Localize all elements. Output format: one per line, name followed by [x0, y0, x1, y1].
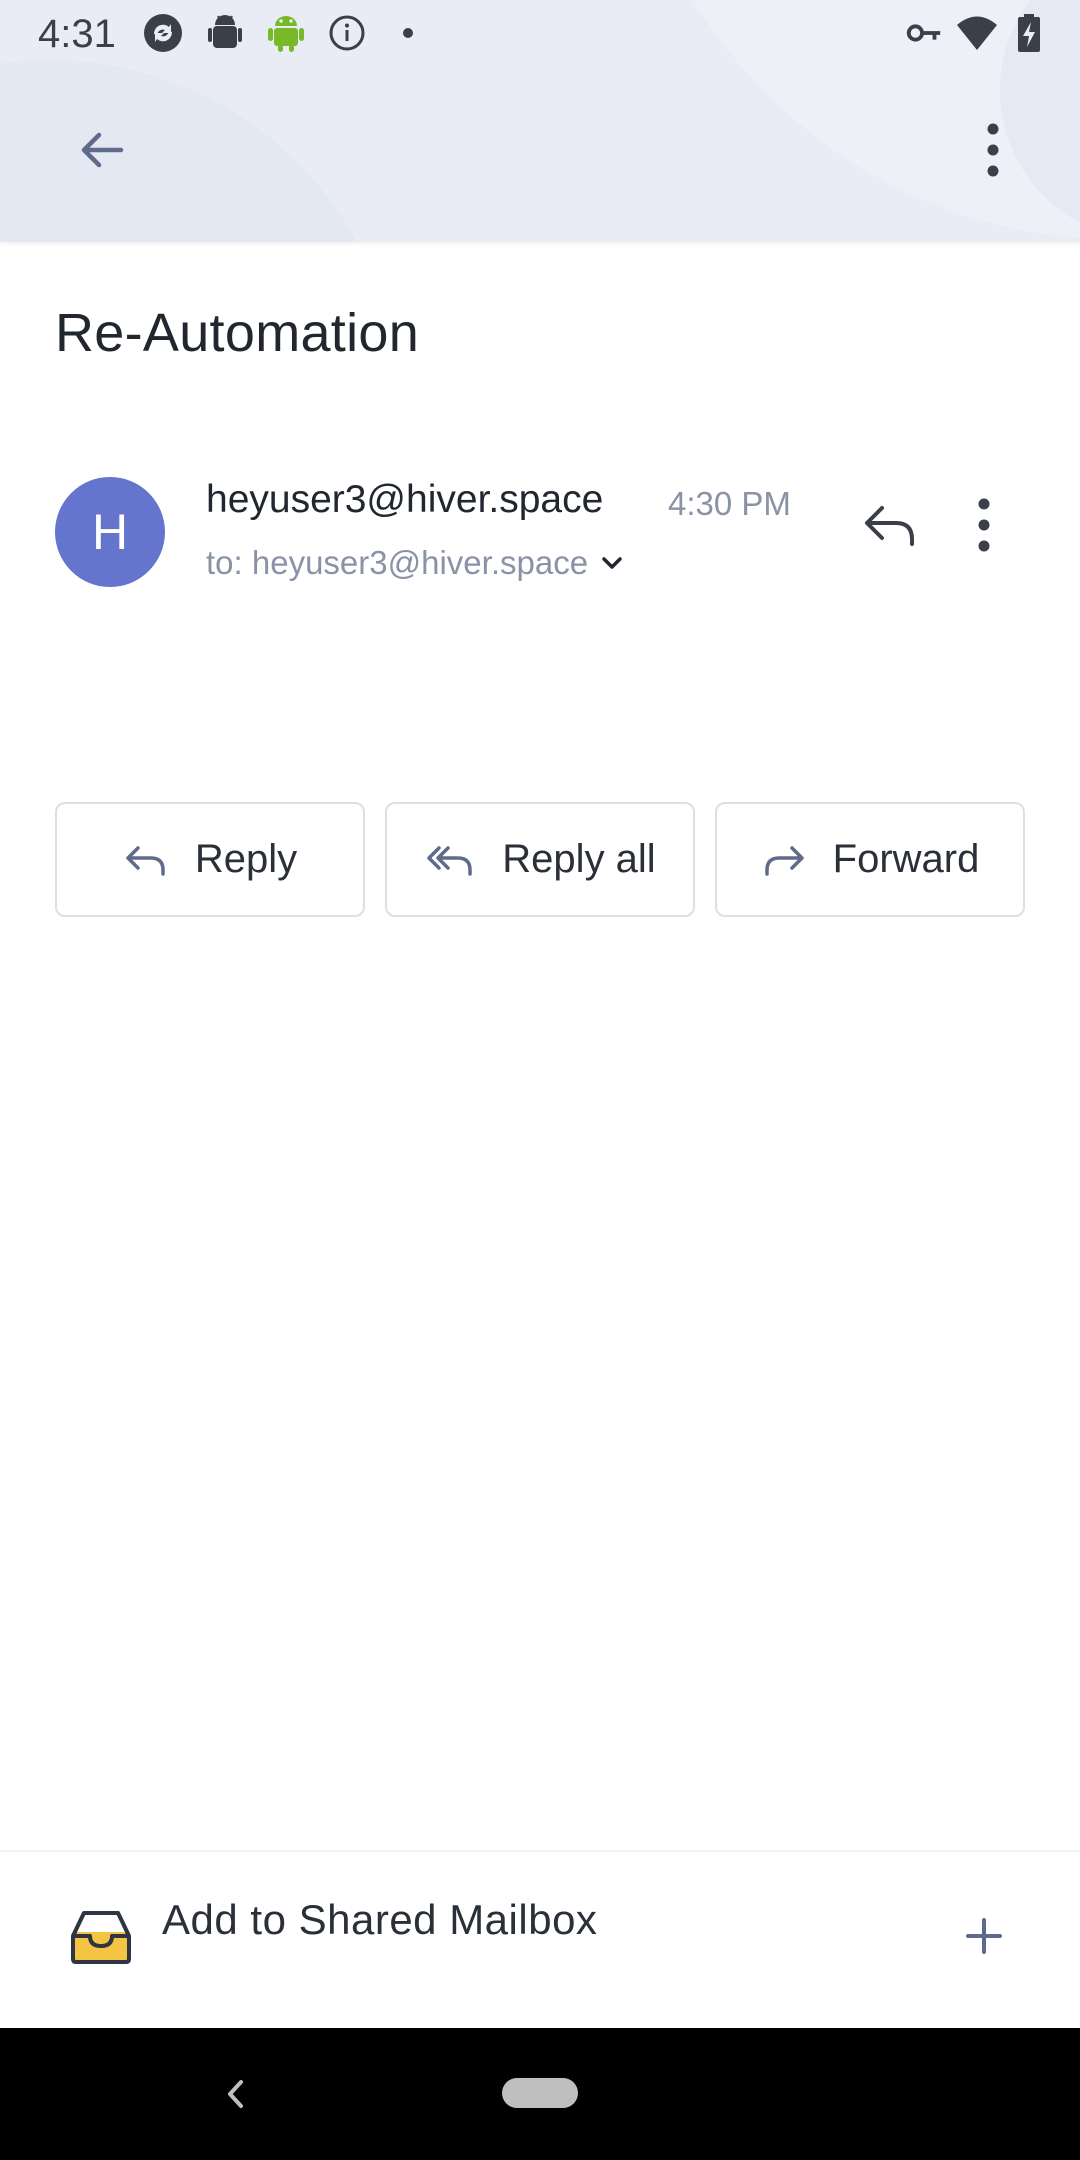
- chevron-down-icon: [600, 554, 624, 572]
- reply-all-label: Reply all: [502, 837, 656, 881]
- sender-email[interactable]: heyuser3@hiver.space: [206, 478, 603, 522]
- plus-icon: [966, 1918, 1002, 1954]
- reply-icon: [126, 845, 165, 876]
- more-options-button[interactable]: [953, 110, 1033, 190]
- forward-button[interactable]: Forward: [715, 802, 1025, 917]
- message-time: 4:30 PM: [668, 485, 791, 522]
- message-more-button[interactable]: [944, 485, 1024, 565]
- inbox-icon: [71, 1911, 131, 1964]
- status-bar: 4:31: [0, 0, 1080, 66]
- back-button[interactable]: [62, 110, 142, 190]
- android-icon: [268, 16, 304, 52]
- forward-icon: [764, 845, 804, 876]
- shared-mailbox-bar[interactable]: Add to Shared Mailbox: [0, 1850, 1080, 2028]
- top-header: 4:31: [0, 0, 1080, 242]
- forward-label: Forward: [832, 837, 980, 881]
- home-handle[interactable]: [502, 2078, 578, 2108]
- status-time: 4:31: [38, 12, 116, 56]
- arrow-left-icon: [81, 132, 124, 168]
- quick-reply-button[interactable]: [850, 485, 930, 565]
- reply-icon: [865, 506, 914, 546]
- reply-label: Reply: [194, 837, 298, 881]
- nav-back-button[interactable]: [205, 2064, 265, 2124]
- more-vertical-icon: [987, 123, 999, 177]
- add-to-shared-mailbox-button[interactable]: [944, 1896, 1024, 1976]
- recipient-toggle[interactable]: to: heyuser3@hiver.space: [206, 544, 624, 582]
- system-navigation-bar: [0, 2028, 1080, 2160]
- info-icon: [329, 15, 365, 51]
- sender-avatar[interactable]: H: [55, 477, 165, 587]
- reply-button[interactable]: Reply: [55, 802, 365, 917]
- reply-all-button[interactable]: Reply all: [385, 802, 695, 917]
- email-actions: Reply Reply all Forward: [55, 802, 1025, 917]
- recipient-text: to: heyuser3@hiver.space: [206, 544, 589, 581]
- app-bar: [0, 90, 1080, 220]
- reply-all-icon: [427, 845, 473, 876]
- android-debug-icon: [208, 15, 242, 48]
- email-subject: Re-Automation: [55, 303, 420, 363]
- sync-icon: [144, 14, 182, 52]
- shared-mailbox-label: Add to Shared Mailbox: [162, 1896, 598, 1943]
- more-vertical-icon: [978, 498, 990, 552]
- chevron-left-icon: [228, 2080, 243, 2108]
- vpn-key-icon: [906, 24, 941, 42]
- battery-charging-icon: [1018, 14, 1040, 52]
- avatar-initial: H: [91, 504, 129, 560]
- dot-icon: [403, 28, 413, 38]
- wifi-icon: [957, 16, 997, 50]
